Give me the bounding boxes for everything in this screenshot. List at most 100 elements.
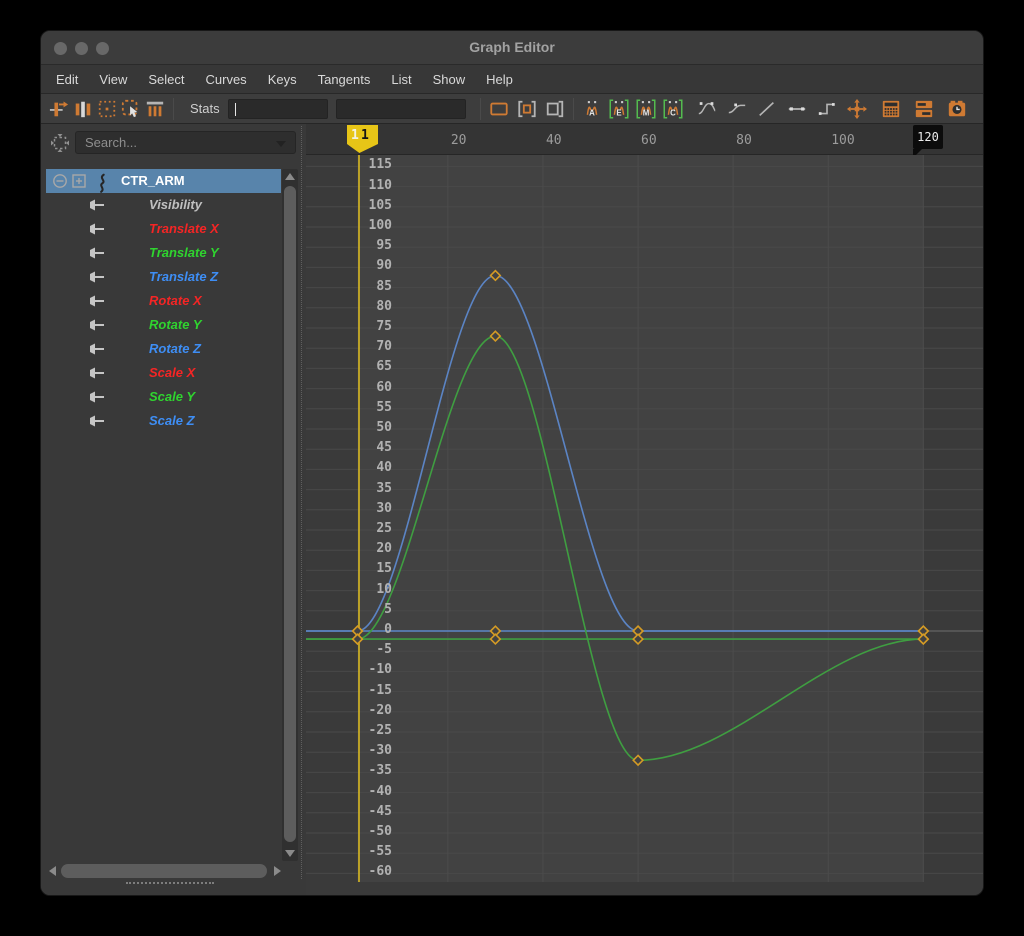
curve-plug-icon[interactable] xyxy=(86,342,106,356)
ruler-tick-40: 40 xyxy=(545,133,562,148)
scroll-right-icon[interactable] xyxy=(274,866,281,876)
frame-one-label: 1 xyxy=(351,128,359,143)
curve-plug-icon[interactable] xyxy=(86,366,106,380)
toolbar-separator xyxy=(173,97,174,120)
stats-value-input[interactable] xyxy=(336,99,465,118)
scroll-up-icon[interactable] xyxy=(285,173,295,180)
curve-plot-area[interactable]: 115 110 105 100 95 90 85 80 75 70 65 60 55 50 45 40 35 30… xyxy=(306,155,983,882)
ruler-tick-80: 80 xyxy=(736,133,752,148)
trax-editor-icon[interactable] xyxy=(912,97,936,121)
channel-row-visibility[interactable]: Visibility xyxy=(46,193,281,217)
curve-plug-icon[interactable] xyxy=(86,198,106,212)
frame-playback-range-icon[interactable] xyxy=(543,97,567,121)
channel-row-scale-y[interactable]: Scale Y xyxy=(46,385,281,409)
ruler-tick-100: 100 xyxy=(831,133,855,148)
auto-tangent-icon[interactable]: A xyxy=(580,97,604,121)
lattice-deform-keys-icon[interactable] xyxy=(95,97,119,121)
linear-tangent-icon[interactable] xyxy=(755,97,779,121)
curve-plug-icon[interactable] xyxy=(86,246,106,260)
clamped-tangent-icon[interactable] xyxy=(725,97,749,121)
curve-plug-icon[interactable] xyxy=(86,390,106,404)
frame-all-icon[interactable] xyxy=(487,97,511,121)
stats-frame-field[interactable] xyxy=(227,98,328,119)
menu-tangents[interactable]: Tangents xyxy=(318,72,371,87)
move-key-tool-icon[interactable] xyxy=(47,97,71,121)
channel-row-rotate-z[interactable]: Rotate Z xyxy=(46,337,281,361)
curve-plug-icon[interactable] xyxy=(86,222,106,236)
search-field[interactable] xyxy=(75,131,296,154)
time-ruler[interactable]: 1 1 120 20 40 60 80 100 xyxy=(306,124,983,158)
current-frame-number: 1 xyxy=(361,128,369,143)
region-select-keys-icon[interactable] xyxy=(119,97,143,121)
panel-splitter[interactable] xyxy=(301,126,302,879)
panel-resize-handle[interactable] xyxy=(126,882,214,884)
curve-plug-icon[interactable] xyxy=(86,294,106,308)
menu-list[interactable]: List xyxy=(391,72,411,87)
stats-frame-input[interactable] xyxy=(228,99,327,118)
ease-tangent-icon[interactable]: E xyxy=(607,97,631,121)
channel-row-rotate-y[interactable]: Rotate Y xyxy=(46,313,281,337)
svg-text:E: E xyxy=(616,108,621,117)
step-tangent-icon[interactable] xyxy=(815,97,839,121)
vertical-scroll-thumb[interactable] xyxy=(284,186,296,842)
search-dropdown-icon[interactable] xyxy=(276,141,286,147)
scroll-down-icon[interactable] xyxy=(285,850,295,857)
curve-plug-icon[interactable] xyxy=(86,414,106,428)
svg-text:C: C xyxy=(670,108,676,117)
retime-tool-icon[interactable] xyxy=(143,97,167,121)
ruler-tick-60: 60 xyxy=(641,133,657,148)
ruler-tick-20: 20 xyxy=(450,133,467,148)
channel-row-scale-z[interactable]: Scale Z xyxy=(46,409,281,433)
tree-vertical-scrollbar[interactable] xyxy=(282,169,298,861)
menu-view[interactable]: View xyxy=(99,72,127,87)
text-caret xyxy=(234,102,236,116)
search-input[interactable] xyxy=(76,132,295,153)
channel-label: Rotate Z xyxy=(149,341,201,356)
channel-row-rotate-x[interactable]: Rotate X xyxy=(46,289,281,313)
time-editor-icon[interactable] xyxy=(945,97,969,121)
tree-node-ctr-arm[interactable]: CTR_ARM xyxy=(46,169,281,193)
menu-bar: Edit View Select Curves Keys Tangents List Show… xyxy=(41,65,983,94)
channel-row-scale-x[interactable]: Scale X xyxy=(46,361,281,385)
horizontal-scroll-thumb[interactable] xyxy=(61,864,267,878)
menu-keys[interactable]: Keys xyxy=(268,72,297,87)
mixed-tangent-icon[interactable]: M xyxy=(634,97,658,121)
collapse-icon[interactable] xyxy=(52,173,68,189)
toolbar-separator xyxy=(479,97,481,120)
spline-tangent-icon[interactable] xyxy=(695,97,719,121)
toolbar: Stats A E M C xyxy=(41,94,983,124)
flat-tangent-icon[interactable] xyxy=(785,97,809,121)
channel-row-translate-z[interactable]: Translate Z xyxy=(46,265,281,289)
tree-horizontal-scrollbar[interactable] xyxy=(49,863,281,879)
curve-plug-icon[interactable] xyxy=(86,270,106,284)
graph-editor-window: Graph Editor Edit View Select Curves Keys Tan… xyxy=(40,30,984,896)
menu-curves[interactable]: Curves xyxy=(206,72,247,87)
curve-plug-icon[interactable] xyxy=(86,318,106,332)
frame-selection-icon[interactable] xyxy=(515,97,539,121)
pin-selection-icon[interactable] xyxy=(50,133,70,153)
stats-label: Stats xyxy=(190,101,220,116)
playback-range-background xyxy=(357,155,924,882)
menu-show[interactable]: Show xyxy=(433,72,466,87)
channel-sidebar: CTR_ARM Visibility Translate X Translate Y… xyxy=(41,124,306,895)
stats-value-field[interactable] xyxy=(335,98,466,119)
svg-text:A: A xyxy=(589,108,595,117)
insert-key-tool-icon[interactable] xyxy=(71,97,95,121)
move-nearest-key-icon[interactable] xyxy=(845,97,869,121)
channel-label: Rotate X xyxy=(149,293,202,308)
channel-label: Translate Z xyxy=(149,269,219,284)
dope-sheet-icon[interactable] xyxy=(879,97,903,121)
channel-row-translate-y[interactable]: Translate Y xyxy=(46,241,281,265)
menu-select[interactable]: Select xyxy=(148,72,184,87)
menu-edit[interactable]: Edit xyxy=(56,72,78,87)
scroll-left-icon[interactable] xyxy=(49,866,56,876)
svg-text:M: M xyxy=(642,108,649,117)
title-bar[interactable]: Graph Editor xyxy=(41,31,983,65)
expand-icon[interactable] xyxy=(71,173,87,189)
curvature-tangent-icon[interactable]: C xyxy=(661,97,685,121)
channel-label: Scale X xyxy=(149,365,196,380)
channel-label: Translate Y xyxy=(149,245,219,260)
channel-row-translate-x[interactable]: Translate X xyxy=(46,217,281,241)
range-end-marker[interactable]: 120 xyxy=(913,125,943,149)
menu-help[interactable]: Help xyxy=(486,72,513,87)
